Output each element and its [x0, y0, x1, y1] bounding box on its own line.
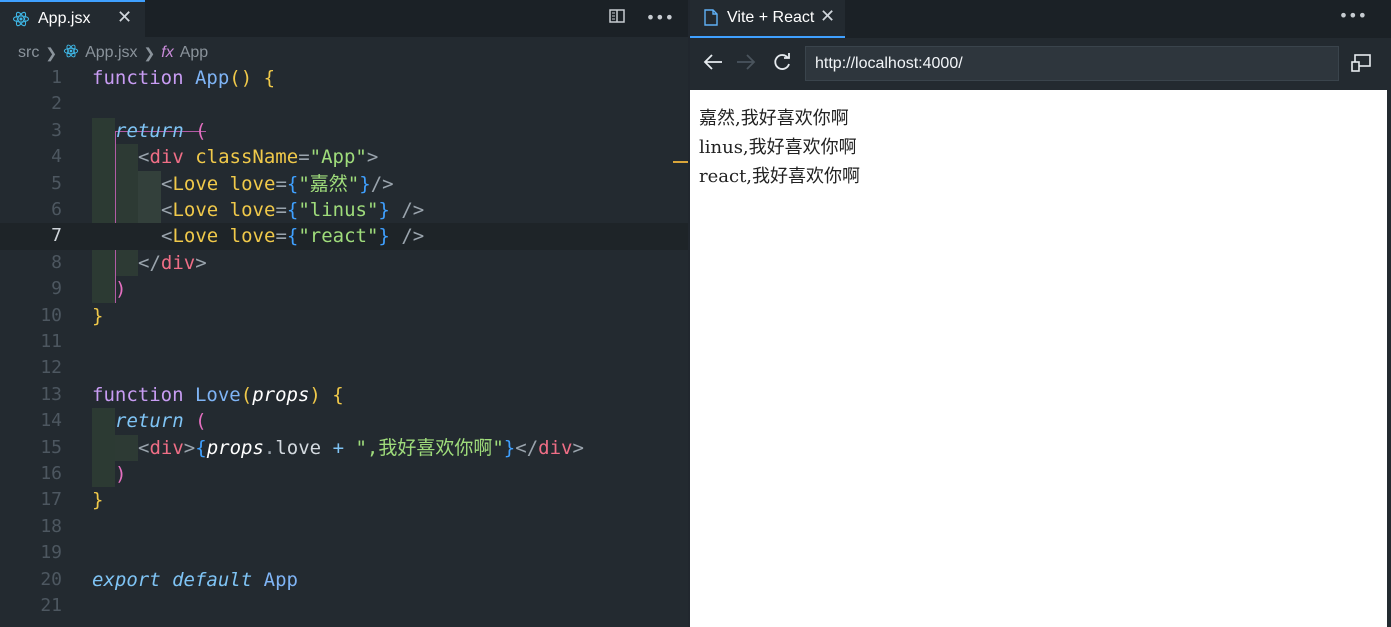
split-editor-icon[interactable]: [608, 8, 630, 27]
breadcrumb-file[interactable]: App.jsx: [85, 44, 137, 62]
code-line: 5 <Love love={"嘉然"}/>: [51, 172, 394, 195]
more-icon[interactable]: •••: [646, 8, 674, 27]
tab-label: App.jsx: [38, 10, 91, 27]
code-line: 20 export default App: [40, 568, 298, 591]
code-line: 8 </div>: [51, 251, 207, 274]
code-editor: App.jsx ✕ ••• src ❯ App.jsx ❯ fx App 1 f…: [0, 0, 688, 627]
output-line: linus,我好喜欢你啊: [699, 137, 857, 158]
tab-app-jsx[interactable]: App.jsx ✕: [0, 0, 145, 37]
scrollbar-marker: [673, 161, 688, 163]
code-line: 3 return (: [51, 119, 207, 142]
react-icon: [63, 43, 79, 64]
breadcrumb-symbol[interactable]: App: [180, 44, 208, 62]
code-line: 9): [51, 278, 127, 301]
code-line: 14 return (: [40, 410, 207, 433]
code-line: 10}: [40, 304, 104, 327]
close-icon[interactable]: ✕: [117, 7, 132, 28]
browser-nav-bar: http://localhost:4000/: [690, 38, 1391, 90]
tab-label: Vite + React: [727, 9, 815, 26]
code-line: 21: [40, 595, 62, 616]
cast-icon[interactable]: [1351, 54, 1371, 76]
code-line: 12: [40, 357, 62, 379]
simple-browser: Vite + React ✕ ••• http://localhost:4000…: [690, 0, 1391, 627]
tab-vite-react[interactable]: Vite + React ✕: [690, 0, 845, 38]
url-input[interactable]: http://localhost:4000/: [805, 46, 1339, 81]
code-line: 11: [40, 331, 62, 352]
code-line-current: 7 <Love love={"react"} />: [0, 223, 688, 250]
back-arrow-icon[interactable]: [703, 52, 723, 76]
document-icon: [704, 9, 718, 31]
code-line: 13 function Love(props) {: [40, 383, 344, 406]
function-symbol-icon: fx: [161, 44, 174, 61]
code-line: 4 <div className="App">: [51, 146, 379, 169]
code-line: 18: [40, 515, 62, 537]
output-line: react,我好喜欢你啊: [699, 166, 861, 187]
code-line: 2: [51, 93, 62, 115]
breadcrumb-folder[interactable]: src: [18, 44, 39, 62]
output-line: 嘉然,我好喜欢你啊: [699, 108, 849, 129]
editor-tab-bar: App.jsx ✕ •••: [0, 0, 688, 37]
react-icon: [12, 10, 30, 33]
code-line: 15 <div>{props.love + ",我好喜欢你啊"}</div>: [40, 436, 584, 459]
chevron-right-icon: ❯: [45, 44, 58, 61]
browser-viewport: 嘉然,我好喜欢你啊 linus,我好喜欢你啊 react,我好喜欢你啊: [690, 90, 1387, 627]
close-icon[interactable]: ✕: [820, 6, 835, 27]
code-line: 1 function App() {: [51, 67, 276, 89]
code-line: 6 <Love love={"linus"} />: [51, 199, 425, 221]
forward-arrow-icon[interactable]: [736, 52, 756, 76]
reload-icon[interactable]: [772, 52, 792, 77]
code-line: 16): [40, 463, 127, 485]
code-line: 17}: [40, 489, 104, 512]
breadcrumb: src ❯ App.jsx ❯ fx App: [18, 43, 208, 63]
code-line: 19: [40, 542, 62, 564]
more-icon[interactable]: •••: [1339, 6, 1367, 25]
browser-tab-bar: Vite + React ✕ •••: [690, 0, 1391, 38]
chevron-right-icon: ❯: [143, 44, 156, 61]
